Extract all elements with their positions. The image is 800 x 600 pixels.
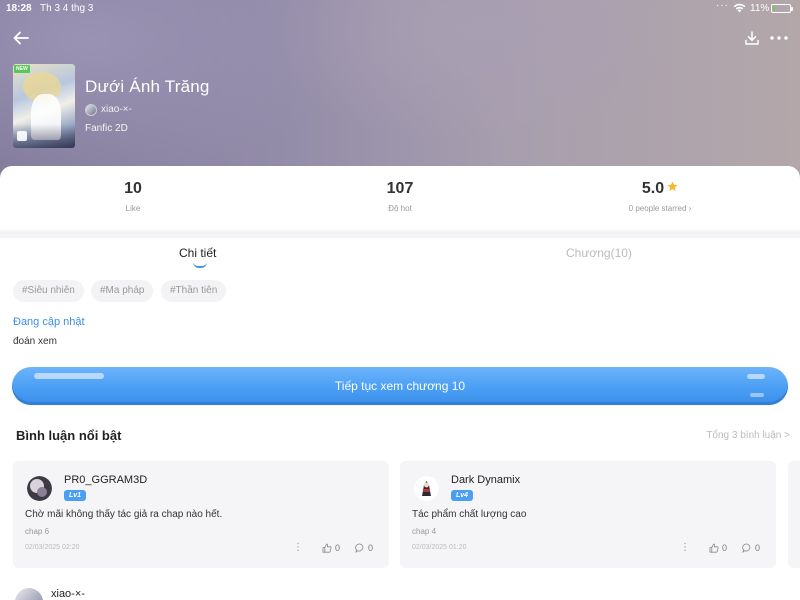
status-date: Th 3 4 thg 3	[40, 3, 94, 14]
tag-supernatural[interactable]: #Siêu nhiên	[13, 280, 84, 302]
comment-card[interactable]: PR0_GGRAM3D Lv1 Chờ mãi không thấy tác g…	[13, 461, 389, 568]
continue-reading-button[interactable]: Tiếp tục xem chương 10	[12, 367, 788, 405]
like-count: 0	[722, 543, 728, 553]
comment-username[interactable]: xiao-×-	[51, 588, 85, 600]
download-icon[interactable]	[744, 30, 760, 46]
thumbs-up-icon[interactable]	[709, 543, 719, 553]
tab-chapters[interactable]: Chương(10)	[566, 246, 632, 260]
comment-chapter: chap 4	[412, 527, 437, 536]
star-icon	[667, 181, 678, 191]
hot-label: Độ hot	[388, 204, 412, 213]
hot-value: 107	[386, 180, 414, 197]
likes-label: Like	[125, 204, 141, 213]
comments-total-link[interactable]: Tổng 3 bình luận >	[706, 430, 790, 441]
section-divider	[0, 230, 800, 238]
more-horizontal-icon[interactable]	[770, 36, 788, 40]
comment-card[interactable]: Dark Dynamix Lv4 Tác phẩm chất lượng cao…	[400, 461, 776, 568]
arrow-left-icon[interactable]	[12, 29, 30, 47]
story-cover-image[interactable]: NEW	[13, 64, 75, 148]
rating-label: 0 people starred ›	[628, 204, 692, 213]
comment-timestamp: 02/03/2025 02:20	[25, 544, 80, 551]
continue-reading-label: Tiếp tục xem chương 10	[334, 379, 466, 393]
rating-stat[interactable]: 5.0 0 people starred ›	[615, 180, 705, 213]
comment-text: Chờ mãi không thấy tác giả ra chap nào h…	[25, 509, 223, 520]
wifi-icon	[733, 3, 746, 13]
author-avatar[interactable]	[85, 104, 97, 116]
next-comment-card-edge[interactable]	[788, 461, 800, 568]
comment-menu-icon[interactable]: ⋮	[680, 542, 690, 553]
user-level-badge: Lv1	[64, 490, 87, 501]
like-count: 0	[335, 543, 341, 553]
battery-icon	[771, 4, 793, 13]
battery-percent: 11%	[750, 3, 770, 14]
comment-bubble-icon[interactable]	[742, 543, 752, 553]
user-avatar[interactable]	[414, 476, 439, 501]
new-badge: NEW	[14, 65, 30, 73]
status-time: 18:28	[6, 3, 32, 14]
active-tab-indicator	[193, 262, 207, 268]
user-level-badge: Lv4	[451, 490, 474, 501]
comment-bubble-icon[interactable]	[355, 543, 365, 553]
multitasking-dots-icon: ···	[716, 0, 729, 11]
story-title: Dưới Ánh Trăng	[85, 77, 210, 96]
reply-count: 0	[368, 543, 374, 553]
author-name[interactable]: xiao-×-	[101, 104, 132, 115]
hot-stat: 107 Độ hot	[370, 180, 430, 213]
rating-value: 5.0	[615, 180, 705, 198]
user-avatar[interactable]	[27, 476, 52, 501]
stats-card: 10 Like 107 Độ hot 5.0 0 people starred …	[0, 166, 800, 230]
story-genre: Fanfic 2D	[85, 123, 128, 134]
comment-timestamp: 02/03/2025 01:20	[412, 544, 467, 551]
story-description: đoán xem	[13, 336, 57, 347]
comment-chapter: chap 6	[25, 527, 50, 536]
reply-count: 0	[755, 543, 761, 553]
status-bar: 18:28 Th 3 4 thg 3 ··· 11%	[0, 0, 800, 18]
tag-immortal[interactable]: #Thần tiên	[161, 280, 227, 302]
user-avatar[interactable]	[15, 588, 43, 600]
battery-fill	[773, 6, 775, 11]
likes-stat[interactable]: 10 Like	[113, 180, 153, 213]
thumbs-up-icon[interactable]	[322, 543, 332, 553]
comment-menu-icon[interactable]: ⋮	[293, 542, 303, 553]
comment-text: Tác phẩm chất lượng cao	[412, 509, 527, 520]
chat-bubble-icon	[17, 131, 27, 141]
comment-username[interactable]: Dark Dynamix	[451, 474, 520, 486]
update-status: Đang cập nhật	[13, 316, 85, 328]
featured-comments-heading: Bình luận nổi bật	[16, 428, 122, 443]
rating-number: 5.0	[641, 180, 665, 197]
comment-username[interactable]: PR0_GGRAM3D	[64, 474, 147, 486]
likes-value: 10	[124, 180, 142, 197]
tag-magic[interactable]: #Ma pháp	[91, 280, 154, 302]
tab-details[interactable]: Chi tiết	[179, 246, 216, 260]
